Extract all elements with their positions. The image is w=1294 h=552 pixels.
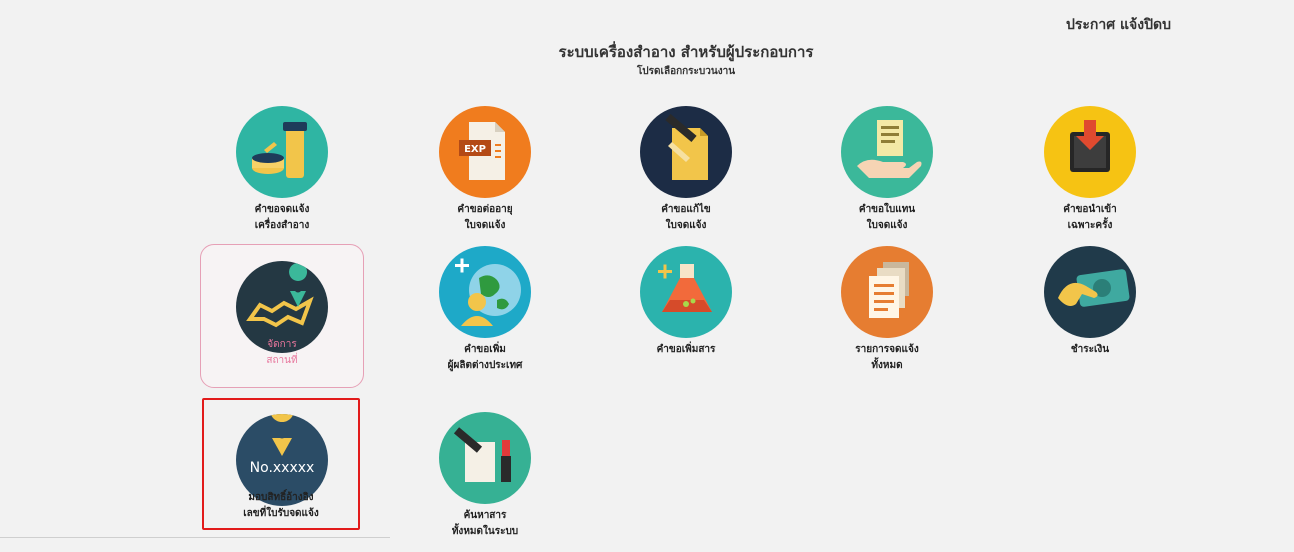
- tile-import[interactable]: คำขอนำเข้า เฉพาะครั้ง: [1010, 106, 1170, 246]
- tile-label: คำขอแก้ไข ใบจดแจ้ง: [661, 204, 711, 231]
- tile-grant-reference-rights[interactable]: No.xxxxx มอบสิทธิ์อ้างอิง เลขที่ใบรับจดแจ…: [202, 398, 360, 530]
- tile-add-foreign-manufacturer[interactable]: คำขอเพิ่ม ผู้ผลิตต่างประเทศ: [405, 246, 565, 386]
- replacement-document-icon: [841, 106, 933, 198]
- tile-label: จัดการ สถานที่: [266, 339, 298, 366]
- tile-label: คำขอใบแทน ใบจดแจ้ง: [858, 204, 916, 231]
- payment-icon: [1044, 246, 1136, 338]
- tile-label: คำขอเพิ่มสาร: [656, 344, 716, 355]
- edit-document-icon: [640, 106, 732, 198]
- announcement-link[interactable]: ประกาศ แจ้งปิดบ: [1066, 14, 1171, 36]
- tile-payment[interactable]: ชำระเงิน: [1010, 246, 1170, 386]
- tile-label: คำขอต่ออายุ ใบจดแจ้ง: [457, 204, 513, 231]
- chemical-flask-icon: [640, 246, 732, 338]
- tile-label: ค้นหาสาร ทั้งหมดในระบบ: [451, 510, 519, 537]
- tile-label: คำขอจดแจ้ง เครื่องสำอาง: [254, 204, 310, 231]
- tile-label: ชำระเงิน: [1070, 344, 1110, 355]
- tile-label: คำขอเพิ่ม ผู้ผลิตต่างประเทศ: [447, 344, 523, 371]
- tile-label: รายการจดแจ้ง ทั้งหมด: [855, 344, 919, 371]
- renewal-exp-icon: EXP: [439, 106, 531, 198]
- page-title: ระบบเครื่องสำอาง สำหรับผู้ประกอบการ: [558, 43, 814, 61]
- svg-text:No.xxxxx: No.xxxxx: [250, 460, 315, 476]
- cosmetics-icon: [236, 106, 328, 198]
- tile-cosmetic-notification[interactable]: คำขอจดแจ้ง เครื่องสำอาง: [202, 106, 362, 246]
- divider: [0, 537, 390, 538]
- tile-all-notifications[interactable]: รายการจดแจ้ง ทั้งหมด: [807, 246, 967, 386]
- tile-add-substance[interactable]: คำขอเพิ่มสาร: [606, 246, 766, 386]
- tile-replacement[interactable]: คำขอใบแทน ใบจดแจ้ง: [807, 106, 967, 246]
- tile-label: มอบสิทธิ์อ้างอิง เลขที่ใบรับจดแจ้ง: [243, 492, 319, 519]
- tile-search-substances[interactable]: ค้นหาสาร ทั้งหมดในระบบ: [405, 412, 565, 552]
- import-box-icon: [1044, 106, 1136, 198]
- tile-label: คำขอนำเข้า เฉพาะครั้ง: [1063, 204, 1117, 231]
- page-subtitle: โปรดเลือกกระบวนงาน: [636, 66, 736, 77]
- tile-manage-location[interactable]: จัดการ สถานที่: [200, 244, 364, 388]
- tile-edit[interactable]: คำขอแก้ไข ใบจดแจ้ง: [606, 106, 766, 246]
- search-substance-icon: [439, 412, 531, 504]
- tile-renewal[interactable]: EXP คำขอต่ออายุ ใบจดแจ้ง: [405, 106, 565, 246]
- svg-text:EXP: EXP: [464, 144, 486, 155]
- document-list-icon: [841, 246, 933, 338]
- foreign-manufacturer-icon: [439, 246, 531, 338]
